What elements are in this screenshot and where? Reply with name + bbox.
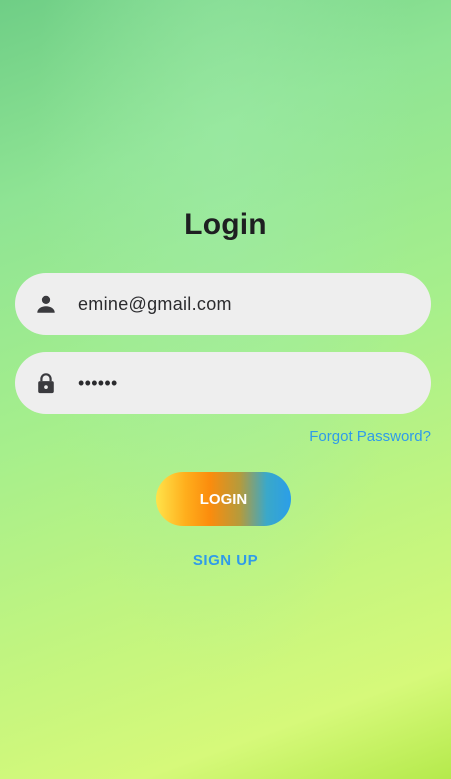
lock-icon (35, 372, 57, 394)
login-button[interactable]: LOGIN (156, 472, 291, 526)
password-field[interactable] (15, 352, 431, 414)
password-input[interactable] (78, 372, 398, 394)
email-field[interactable] (15, 273, 431, 335)
forgot-password-link[interactable]: Forgot Password? (309, 428, 431, 445)
sign-up-link[interactable]: SIGN UP (0, 552, 451, 569)
page-title: Login (184, 208, 267, 241)
email-input[interactable] (78, 293, 398, 315)
person-icon (35, 293, 57, 315)
